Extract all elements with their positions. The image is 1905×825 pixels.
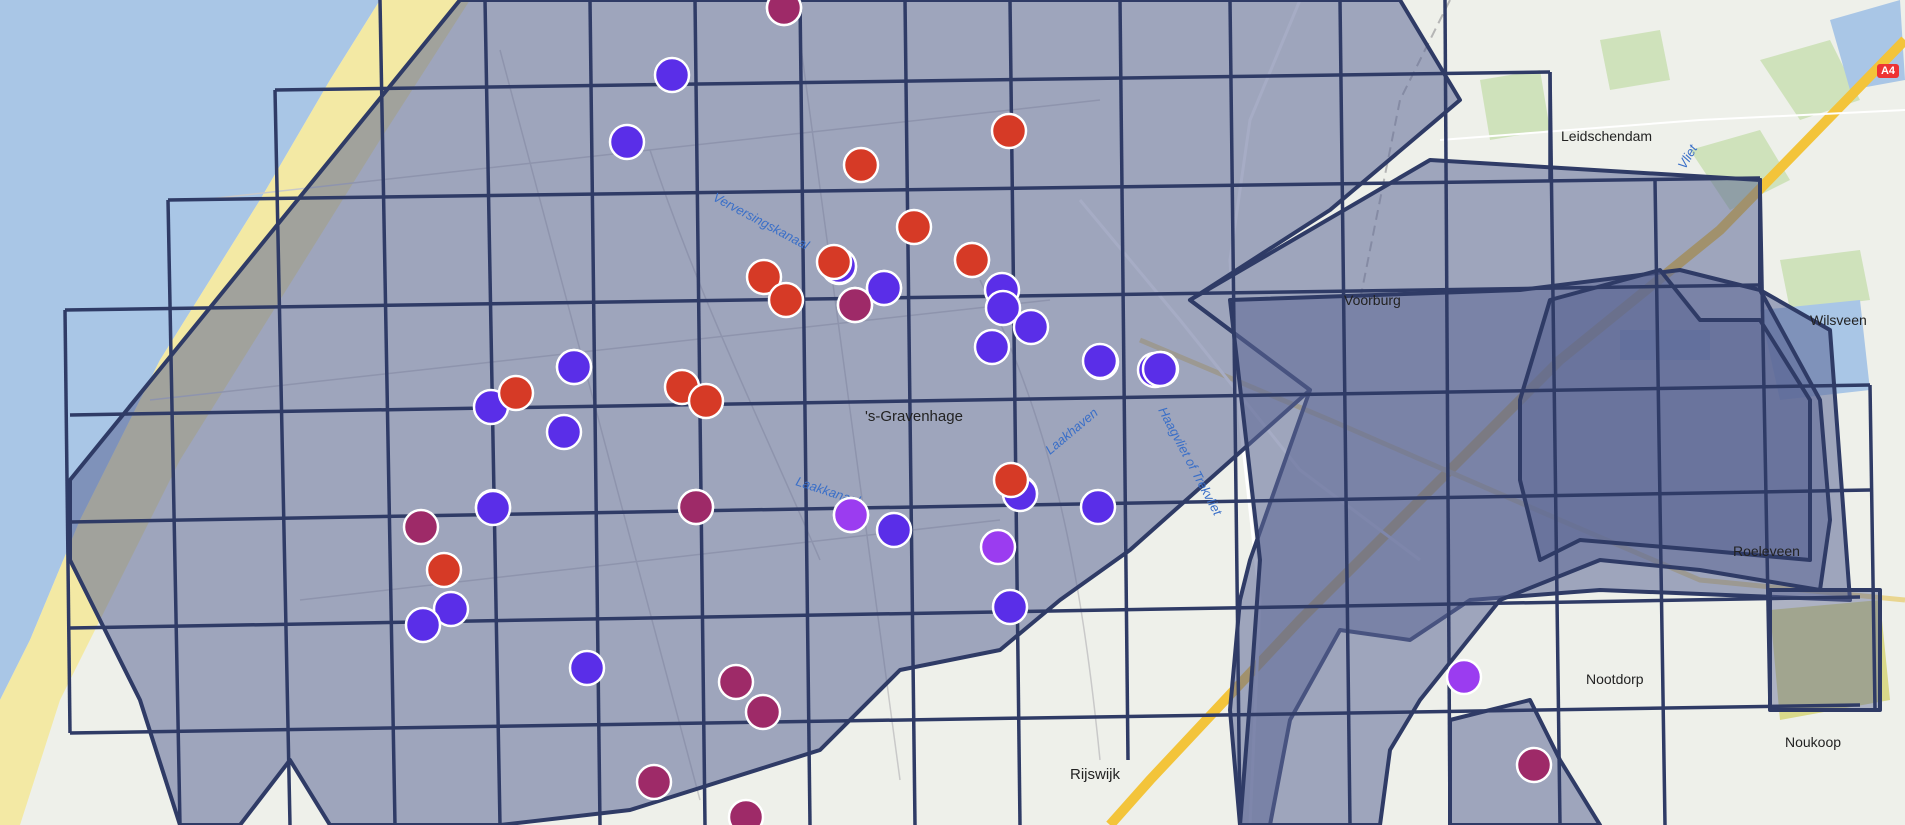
map-canvas[interactable]: 's-Gravenhage Leidschendam Voorburg Wils… [0, 0, 1905, 825]
red-marker[interactable] [895, 208, 933, 246]
purple-marker[interactable] [474, 489, 512, 527]
purple-marker[interactable] [991, 588, 1029, 626]
red-marker[interactable] [815, 243, 853, 281]
magenta-marker[interactable] [677, 488, 715, 526]
purple-marker[interactable] [1081, 342, 1119, 380]
purple-marker[interactable] [568, 649, 606, 687]
magenta-marker[interactable] [717, 663, 755, 701]
magenta-marker[interactable] [836, 286, 874, 324]
label-leidschendam: Leidschendam [1561, 128, 1652, 144]
magenta-marker[interactable] [727, 798, 765, 825]
purple-marker[interactable] [555, 348, 593, 386]
label-nootdorp: Nootdorp [1586, 671, 1644, 687]
purple-marker[interactable] [875, 511, 913, 549]
label-roeleveen: Roeleveen [1733, 543, 1800, 559]
magenta-marker[interactable] [635, 763, 673, 801]
label-wilsveen: Wilsveen [1810, 312, 1867, 328]
red-marker[interactable] [767, 281, 805, 319]
purple-marker[interactable] [973, 328, 1011, 366]
red-marker[interactable] [953, 241, 991, 279]
purple-marker[interactable] [608, 123, 646, 161]
red-marker[interactable] [990, 112, 1028, 150]
label-voorburg: Voorburg [1344, 292, 1401, 308]
red-marker[interactable] [842, 146, 880, 184]
red-marker[interactable] [425, 551, 463, 589]
magenta-marker[interactable] [402, 508, 440, 546]
violet-marker[interactable] [979, 528, 1017, 566]
region-polygon-noukoop [1768, 588, 1882, 712]
red-marker[interactable] [992, 461, 1030, 499]
purple-marker[interactable] [653, 56, 691, 94]
purple-marker[interactable] [1141, 350, 1179, 388]
red-marker[interactable] [497, 374, 535, 412]
purple-marker[interactable] [1079, 488, 1117, 526]
violet-marker[interactable] [1445, 658, 1483, 696]
magenta-marker[interactable] [744, 693, 782, 731]
purple-marker[interactable] [1012, 308, 1050, 346]
purple-marker[interactable] [545, 413, 583, 451]
violet-marker[interactable] [832, 496, 870, 534]
label-city: 's-Gravenhage [865, 408, 963, 425]
purple-marker[interactable] [404, 606, 442, 644]
label-noukoop: Noukoop [1785, 734, 1841, 750]
red-marker[interactable] [687, 382, 725, 420]
road-badge-a4: A4 [1876, 64, 1899, 78]
map-view[interactable]: 's-Gravenhage Leidschendam Voorburg Wils… [0, 0, 1905, 825]
magenta-marker[interactable] [765, 0, 803, 27]
label-rijswijk: Rijswijk [1070, 766, 1120, 783]
magenta-marker[interactable] [1515, 746, 1553, 784]
